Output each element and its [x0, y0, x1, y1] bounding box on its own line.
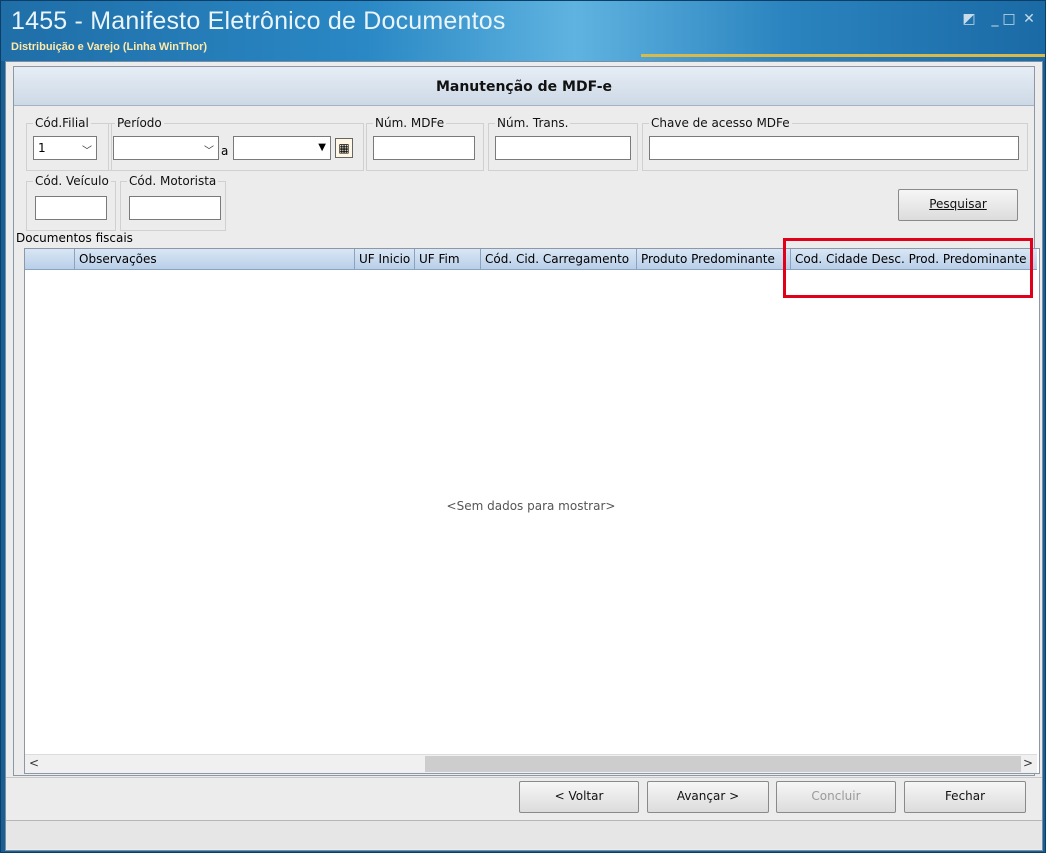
form-header: Manutenção de MDF-e: [14, 67, 1034, 106]
scroll-right-icon[interactable]: >: [1023, 756, 1033, 770]
periodo-end-input[interactable]: ▼: [233, 136, 331, 160]
avancar-label: Avançar >: [676, 789, 740, 803]
avancar-button[interactable]: Avançar >: [647, 781, 769, 813]
motorista-group: Cód. Motorista: [120, 174, 226, 231]
col-observacoes[interactable]: Observações: [75, 249, 355, 269]
filial-label: Cód.Filial: [33, 116, 91, 130]
filial-group: Cód.Filial 1 ﹀: [26, 116, 112, 171]
chevron-down-icon[interactable]: ﹀: [82, 142, 92, 157]
horizontal-scrollbar[interactable]: < >: [25, 754, 1037, 773]
scrollbar-thumb[interactable]: [425, 756, 1021, 772]
client-area: Manutenção de MDF-e Cód.Filial 1 ﹀ Perío…: [5, 61, 1043, 851]
voltar-label: < Voltar: [554, 789, 604, 803]
veiculo-group: Cód. Veículo: [26, 174, 116, 231]
motorista-input[interactable]: [129, 196, 221, 220]
fechar-label: Fechar: [944, 789, 986, 803]
voltar-button[interactable]: < Voltar: [519, 781, 639, 813]
footer-divider: [6, 777, 1042, 778]
motorista-label: Cód. Motorista: [127, 174, 219, 188]
filial-select[interactable]: 1 ﹀: [33, 136, 97, 160]
documentos-label: Documentos fiscais: [16, 231, 133, 245]
pesquisar-label: Pesquisar: [929, 197, 987, 211]
filial-value: 1: [38, 141, 46, 155]
col-cid-carregamento[interactable]: Cód. Cid. Carregamento: [481, 249, 637, 269]
status-bar: [6, 820, 1042, 849]
maximize-icon[interactable]: □: [1001, 11, 1017, 27]
title-stripe: [641, 54, 1045, 57]
dropdown-arrow-icon[interactable]: ▼: [318, 142, 326, 153]
restore-icon[interactable]: ◩: [961, 11, 977, 27]
highlight-box: [783, 238, 1033, 298]
num-mdfe-input[interactable]: [373, 136, 475, 160]
form-frame: Manutenção de MDF-e Cód.Filial 1 ﹀ Perío…: [13, 66, 1040, 776]
chave-group: Chave de acesso MDFe: [642, 116, 1028, 171]
veiculo-label: Cód. Veículo: [33, 174, 111, 188]
num-trans-input[interactable]: [495, 136, 631, 160]
empty-grid-message: <Sem dados para mostrar>: [446, 499, 616, 513]
concluir-button[interactable]: Concluir: [776, 781, 896, 813]
calendar-icon[interactable]: ▦: [335, 138, 353, 158]
periodo-start-input[interactable]: ﹀: [113, 136, 219, 160]
window-subtitle: Distribuição e Varejo (Linha WinThor): [11, 41, 208, 53]
window-title: 1455 - Manifesto Eletrônico de Documento…: [11, 7, 506, 35]
col-uf-inicio[interactable]: UF Inicio: [355, 249, 415, 269]
title-bar: 1455 - Manifesto Eletrônico de Documento…: [1, 1, 1045, 61]
num-trans-group: Núm. Trans.: [488, 116, 638, 171]
num-mdfe-label: Núm. MDFe: [373, 116, 447, 130]
num-mdfe-group: Núm. MDFe: [366, 116, 484, 171]
scroll-left-icon[interactable]: <: [29, 756, 39, 770]
pesquisar-button[interactable]: Pesquisar: [898, 189, 1018, 221]
col-produto-predominante[interactable]: Produto Predominante: [637, 249, 791, 269]
num-trans-label: Núm. Trans.: [495, 116, 571, 130]
chave-label: Chave de acesso MDFe: [649, 116, 792, 130]
concluir-label: Concluir: [811, 789, 861, 803]
chave-input[interactable]: [649, 136, 1019, 160]
documentos-grid[interactable]: Observações UF Inicio UF Fim Cód. Cid. C…: [24, 248, 1040, 774]
veiculo-input[interactable]: [35, 196, 107, 220]
close-icon[interactable]: ✕: [1021, 11, 1037, 27]
chevron-down-icon[interactable]: ﹀: [204, 142, 214, 157]
grid-indicator-col: [25, 249, 75, 269]
app-window: 1455 - Manifesto Eletrônico de Documento…: [0, 0, 1046, 853]
periodo-group: Período ﹀ a ▼ ▦: [108, 116, 364, 171]
col-uf-fim[interactable]: UF Fim: [415, 249, 481, 269]
periodo-separator: a: [221, 144, 229, 158]
fechar-button[interactable]: Fechar: [904, 781, 1026, 813]
periodo-label: Período: [115, 116, 164, 130]
